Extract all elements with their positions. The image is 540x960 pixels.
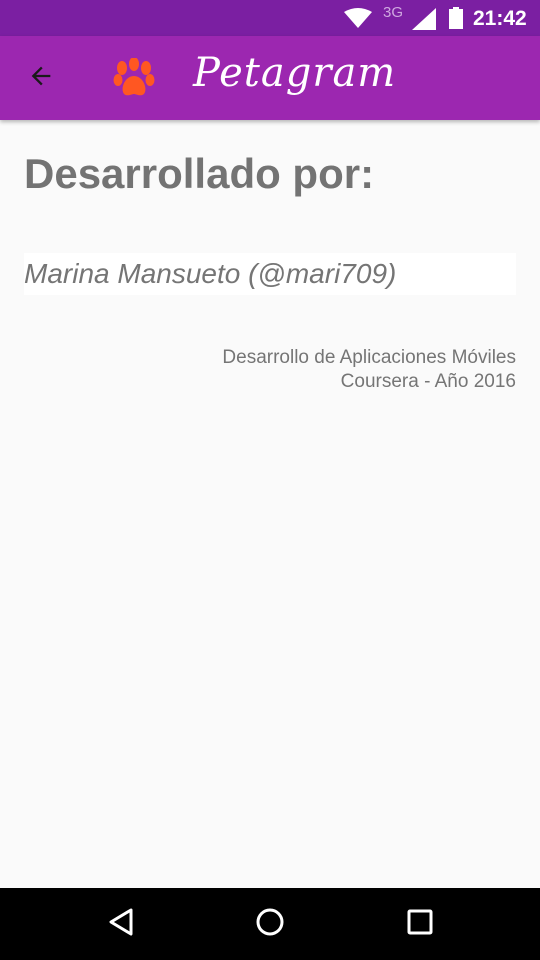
app-title: Petagram bbox=[193, 50, 397, 96]
nav-back-icon bbox=[107, 907, 135, 942]
nav-recents-button[interactable] bbox=[400, 904, 440, 944]
course-year: Coursera - Año 2016 bbox=[340, 371, 516, 392]
status-bar: 3G 21:42 bbox=[0, 0, 540, 36]
nav-home-icon bbox=[255, 907, 285, 942]
navigation-bar bbox=[0, 888, 540, 960]
developer-name: Marina Mansueto (@mari709) bbox=[24, 258, 397, 289]
arrow-back-icon bbox=[27, 62, 55, 95]
status-clock: 21:42 bbox=[473, 7, 527, 30]
wifi-icon bbox=[344, 8, 372, 33]
app-bar: Petagram bbox=[0, 36, 540, 120]
developed-by-heading: Desarrollado por: bbox=[24, 150, 375, 197]
battery-icon bbox=[449, 7, 463, 34]
credits-block: Desarrollo de Aplicaciones Móviles Cours… bbox=[222, 346, 516, 394]
network-type-label: 3G bbox=[383, 4, 404, 21]
developer-card: Marina Mansueto (@mari709) bbox=[24, 253, 516, 295]
nav-home-button[interactable] bbox=[250, 904, 290, 944]
back-button[interactable] bbox=[18, 55, 64, 101]
nav-recents-icon bbox=[406, 908, 434, 941]
course-name: Desarrollo de Aplicaciones Móviles bbox=[222, 347, 516, 368]
paw-icon bbox=[113, 57, 155, 103]
nav-back-button[interactable] bbox=[101, 904, 141, 944]
signal-icon bbox=[412, 8, 436, 35]
